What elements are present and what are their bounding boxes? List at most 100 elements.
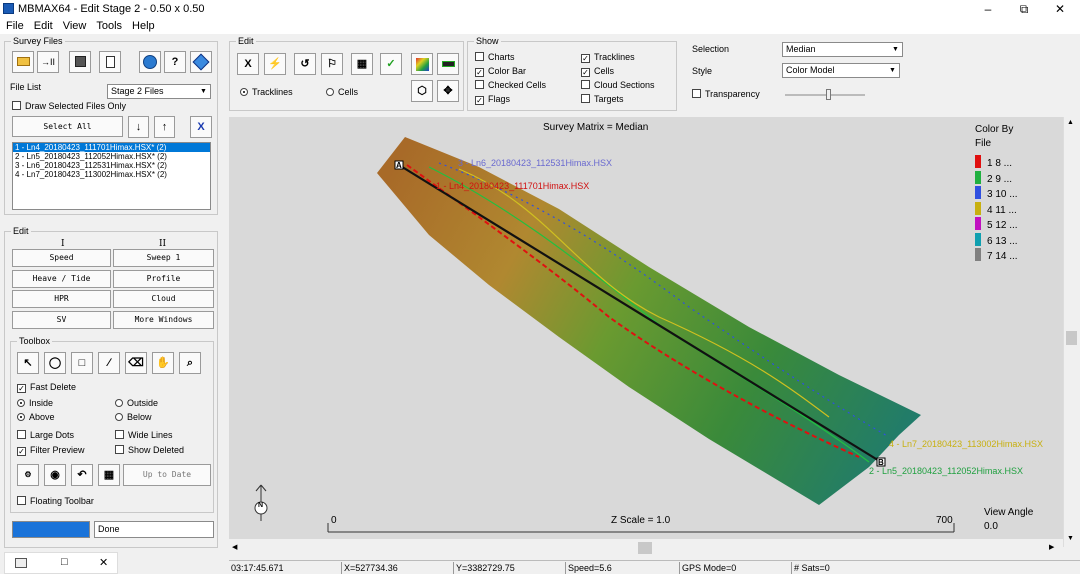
- menu-view[interactable]: View: [63, 18, 87, 34]
- flash-button[interactable]: ⚡: [264, 53, 286, 75]
- select-all-button[interactable]: Select All: [12, 116, 123, 137]
- speed-button[interactable]: Speed: [12, 249, 111, 267]
- file-list-select[interactable]: Stage 2 Files ▼: [107, 84, 211, 99]
- vertical-scrollbar[interactable]: ▲ ▼: [1063, 117, 1078, 547]
- large-dots-checkbox[interactable]: Large Dots: [17, 430, 74, 440]
- transparency-slider[interactable]: [785, 89, 865, 100]
- heave-tide-button[interactable]: Heave / Tide: [12, 270, 111, 288]
- charts-checkbox[interactable]: Charts: [475, 52, 515, 62]
- cells-checkbox[interactable]: ✓ Cells: [581, 66, 614, 77]
- lasso-add-tool[interactable]: ◯: [44, 352, 66, 374]
- sweep1-button[interactable]: Sweep 1: [113, 249, 214, 267]
- wide-lines-checkbox[interactable]: Wide Lines: [115, 430, 173, 440]
- horizontal-scrollbar[interactable]: ◀ ▶: [229, 540, 1063, 556]
- profile-button[interactable]: Profile: [113, 270, 214, 288]
- move-up-button[interactable]: ↑: [154, 116, 175, 138]
- close-button[interactable]: ✕: [1048, 1, 1072, 17]
- survey-viewport[interactable]: Survey Matrix = Median Color By File 1 8…: [229, 117, 1067, 539]
- targets-checkbox[interactable]: Targets: [581, 94, 624, 104]
- style-value: Color Model: [786, 65, 835, 75]
- flag-button[interactable]: ⚐: [321, 53, 343, 75]
- document-icon: [105, 56, 115, 68]
- checked-cells-checkbox[interactable]: Checked Cells: [475, 80, 546, 90]
- cube-button[interactable]: [190, 51, 212, 73]
- tools-button[interactable]: ✥: [437, 80, 459, 102]
- notes-button[interactable]: [99, 51, 121, 73]
- scroll-left-icon[interactable]: ◀: [232, 543, 237, 551]
- color-bar-checkbox[interactable]: ✓ Color Bar: [475, 66, 526, 77]
- cloud-sections-checkbox[interactable]: Cloud Sections: [581, 80, 655, 90]
- remove-file-button[interactable]: X: [190, 116, 212, 138]
- menu-tools[interactable]: Tools: [96, 18, 122, 34]
- color-map-button[interactable]: [411, 53, 433, 75]
- transparency-checkbox[interactable]: Transparency: [692, 89, 760, 99]
- colorbar-button[interactable]: [437, 53, 459, 75]
- save-button[interactable]: [69, 51, 91, 73]
- style-select[interactable]: Color Model ▼: [782, 63, 900, 78]
- menu-file[interactable]: File: [6, 18, 24, 34]
- minimize-button[interactable]: –: [976, 1, 1000, 17]
- profile-line[interactable]: [398, 164, 882, 463]
- open-folder-button[interactable]: [12, 51, 34, 73]
- show-deleted-checkbox[interactable]: Show Deleted: [115, 445, 184, 455]
- legend-item: 4 11 ...: [975, 201, 1018, 218]
- vertical-scroll-thumb[interactable]: [1066, 331, 1077, 345]
- cloud-button[interactable]: Cloud: [113, 290, 214, 308]
- outside-label: Outside: [127, 398, 159, 408]
- move-down-button[interactable]: ↓: [128, 116, 149, 138]
- list-item[interactable]: 1 - Ln4_20180423_111701Himax.HSX* (2): [13, 143, 210, 152]
- help-button[interactable]: ?: [164, 51, 186, 73]
- sv-button[interactable]: SV: [12, 311, 111, 329]
- filter-preview-checkbox[interactable]: ✓ Filter Preview: [17, 445, 85, 456]
- below-radio[interactable]: Below: [115, 412, 152, 422]
- fast-delete-checkbox[interactable]: ✓ Fast Delete: [17, 382, 76, 393]
- menu-help[interactable]: Help: [132, 18, 155, 34]
- cells-radio[interactable]: Cells: [326, 87, 358, 97]
- accept-button[interactable]: ✓: [380, 53, 402, 75]
- taskbar-thumbnail[interactable]: □ ✕: [4, 552, 118, 574]
- rotate-button[interactable]: ↺: [294, 53, 316, 75]
- list-item[interactable]: 4 - Ln7_20180423_113002Himax.HSX* (2): [13, 170, 210, 179]
- draw-selected-checkbox[interactable]: Draw Selected Files Only: [12, 101, 126, 111]
- fit-view-button[interactable]: ▦: [351, 53, 373, 75]
- find-button[interactable]: ◉: [44, 464, 66, 486]
- horizontal-scroll-thumb[interactable]: [638, 542, 652, 554]
- hpr-button[interactable]: HPR: [12, 290, 111, 308]
- above-radio[interactable]: Above: [17, 412, 55, 422]
- arrow-up-icon: ↑: [161, 121, 168, 133]
- pointer-tool[interactable]: ↖: [17, 352, 39, 374]
- slider-thumb[interactable]: [826, 89, 831, 100]
- stage-next-button[interactable]: →II: [37, 51, 59, 73]
- up-to-date-button[interactable]: Up to Date: [123, 464, 211, 486]
- zoom-tool[interactable]: ⌕: [179, 352, 201, 374]
- file-list[interactable]: 1 - Ln4_20180423_111701Himax.HSX* (2) 2 …: [12, 142, 211, 210]
- flags-checkbox[interactable]: ✓ Flags: [475, 94, 510, 105]
- more-windows-button[interactable]: More Windows: [113, 311, 214, 329]
- restore-icon[interactable]: □: [61, 556, 68, 568]
- outside-radio[interactable]: Outside: [115, 398, 158, 408]
- globe-button[interactable]: [139, 51, 161, 73]
- scroll-right-icon[interactable]: ▶: [1049, 543, 1054, 551]
- undo-button[interactable]: ↶: [71, 464, 93, 486]
- menu-edit[interactable]: Edit: [34, 18, 53, 34]
- scroll-up-icon[interactable]: ▲: [1067, 119, 1074, 126]
- scroll-down-icon[interactable]: ▼: [1067, 535, 1074, 542]
- delete-button[interactable]: X: [237, 53, 259, 75]
- line-tool[interactable]: ∕: [98, 352, 120, 374]
- list-item[interactable]: 3 - Ln6_20180423_112531Himax.HSX* (2): [13, 161, 210, 170]
- pan-tool[interactable]: ✋: [152, 352, 174, 374]
- rect-add-tool[interactable]: □: [71, 352, 93, 374]
- close-icon[interactable]: ✕: [99, 556, 108, 569]
- calculator-button[interactable]: ▦: [98, 464, 120, 486]
- maximize-button[interactable]: ⧉: [1012, 1, 1036, 17]
- eraser-tool[interactable]: ⌫: [125, 352, 147, 374]
- filter-tool-button[interactable]: ⚙: [17, 464, 39, 486]
- inside-radio[interactable]: Inside: [17, 398, 53, 408]
- legend-title: Color By: [975, 124, 1014, 135]
- selection-select[interactable]: Median ▼: [782, 42, 903, 57]
- list-item[interactable]: 2 - Ln5_20180423_112052Himax.HSX* (2): [13, 152, 210, 161]
- floating-toolbar-checkbox[interactable]: Floating Toolbar: [17, 496, 94, 506]
- tracklines-checkbox[interactable]: ✓ Tracklines: [581, 52, 635, 63]
- tracklines-radio[interactable]: Tracklines: [240, 87, 293, 97]
- polygon-button[interactable]: ⬡: [411, 80, 433, 102]
